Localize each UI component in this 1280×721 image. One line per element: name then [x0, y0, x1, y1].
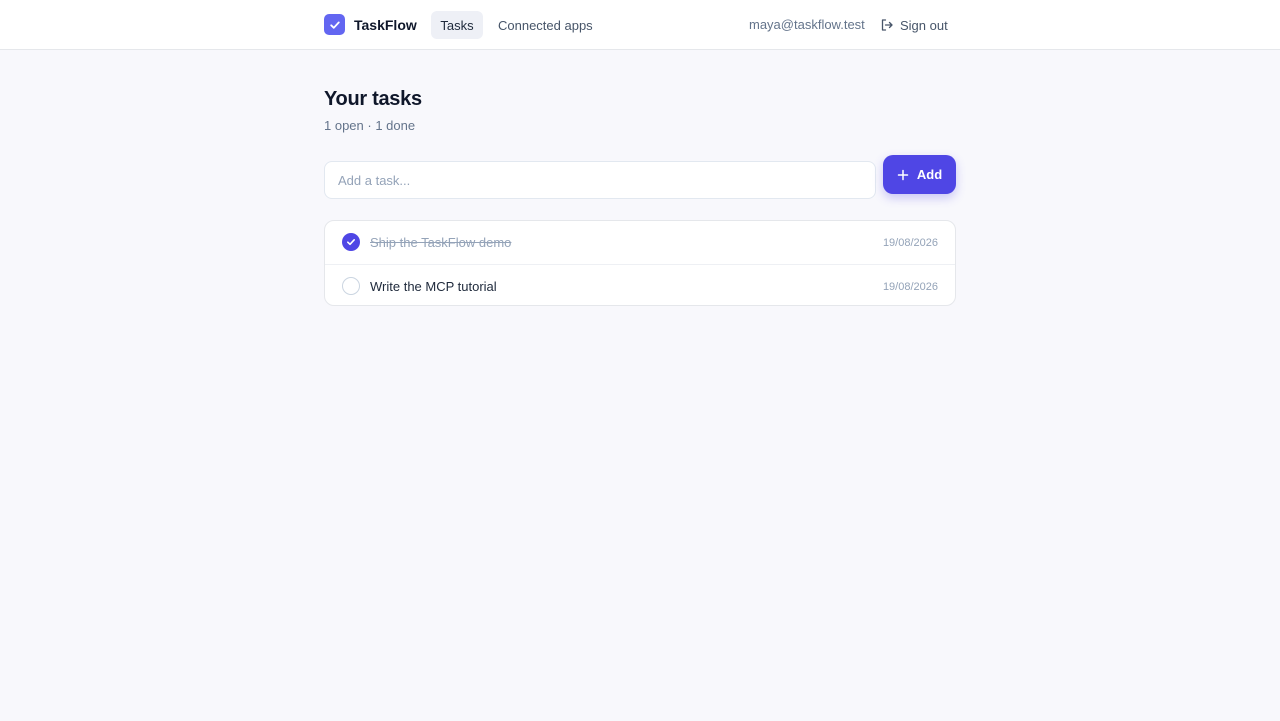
brand-name: TaskFlow	[354, 16, 417, 33]
task-checkbox-checked[interactable]	[342, 233, 360, 251]
brand[interactable]: TaskFlow	[324, 14, 417, 35]
sign-out-label: Sign out	[900, 17, 948, 33]
add-task-button[interactable]: Add	[883, 155, 956, 194]
task-checkbox-unchecked[interactable]	[342, 277, 360, 295]
task-row: Write the MCP tutorial 19/08/2026	[325, 264, 955, 305]
add-button-label: Add	[916, 167, 943, 182]
task-title[interactable]: Ship the TaskFlow demo	[370, 235, 511, 250]
sign-out-button[interactable]: Sign out	[880, 16, 948, 34]
task-list: Ship the TaskFlow demo 19/08/2026 Write …	[324, 220, 956, 306]
page-title: Your tasks	[324, 88, 422, 110]
nav-tab-connected-apps[interactable]: Connected apps	[488, 11, 603, 39]
logo-check-icon	[324, 14, 345, 35]
sign-out-icon	[881, 19, 893, 31]
task-summary: 1 open · 1 done	[324, 118, 416, 133]
task-date: 19/08/2026	[882, 281, 938, 293]
add-task-input[interactable]	[324, 161, 876, 199]
check-icon	[347, 239, 355, 246]
task-title[interactable]: Write the MCP tutorial	[370, 279, 497, 294]
plus-icon	[897, 169, 909, 180]
task-date: 19/08/2026	[882, 237, 938, 249]
nav-tab-tasks[interactable]: Tasks	[431, 11, 483, 39]
task-row: Ship the TaskFlow demo 19/08/2026	[325, 221, 955, 264]
top-bar: TaskFlow Tasks Connected apps maya@taskf…	[0, 0, 1280, 50]
user-email: maya@taskflow.test	[749, 17, 865, 32]
